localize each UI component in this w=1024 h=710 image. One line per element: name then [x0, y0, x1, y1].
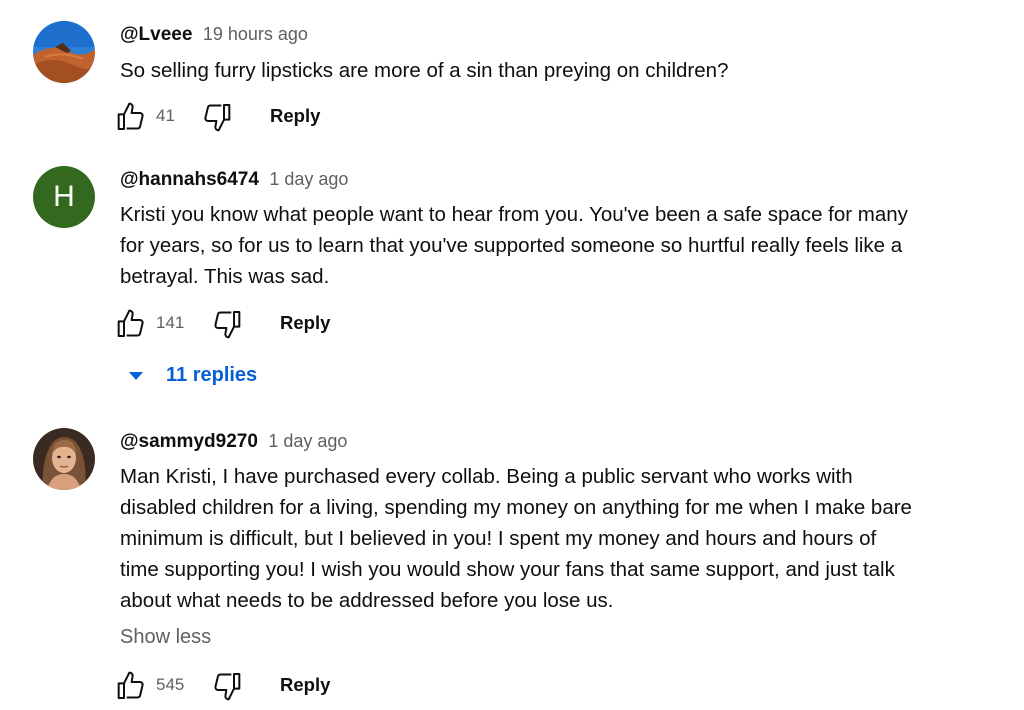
comment-author[interactable]: @hannahs6474: [120, 169, 259, 190]
avatar-letter: H: [53, 180, 75, 213]
comment-author[interactable]: @Lveee: [120, 24, 192, 45]
comment-author[interactable]: @sammyd9270: [120, 431, 258, 452]
comment-text: So selling furry lipsticks are more of a…: [120, 55, 1000, 86]
avatar[interactable]: [33, 21, 95, 83]
reply-button[interactable]: Reply: [270, 105, 320, 127]
comment-text: Kristi you know what people want to hear…: [120, 199, 1000, 292]
avatar[interactable]: H: [33, 166, 95, 228]
comment-text-line: Man Kristi, I have purchased every colla…: [120, 465, 853, 488]
like-count: 141: [156, 313, 185, 332]
comment-text-line: for years, so for us to learn that you'v…: [120, 234, 903, 257]
thumbs-up-icon[interactable]: [116, 670, 148, 702]
avatar[interactable]: [33, 428, 95, 490]
comment-text-line: disabled children for a living, spending…: [120, 496, 912, 519]
thumbs-up-icon[interactable]: [116, 101, 148, 133]
avatar-desert-photo: [33, 21, 95, 83]
replies-count-label: 11 replies: [166, 364, 258, 386]
like-count: 545: [156, 675, 185, 694]
comment-text-line: Kristi you know what people want to hear…: [120, 203, 908, 226]
comment-text-line: betrayal. This was sad.: [120, 265, 330, 288]
thumbs-down-icon[interactable]: [210, 670, 242, 702]
comment-timestamp[interactable]: 19 hours ago: [203, 24, 308, 44]
comment-text: Man Kristi, I have purchased every colla…: [120, 461, 1000, 616]
comment-text-line: So selling furry lipsticks are more of a…: [120, 59, 729, 82]
comment-text-line: about what needs to be addressed before …: [120, 589, 614, 612]
thumbs-down-icon[interactable]: [210, 308, 242, 340]
show-less-button[interactable]: Show less: [120, 626, 211, 649]
like-count: 41: [156, 106, 175, 125]
reply-button[interactable]: Reply: [280, 312, 330, 334]
avatar-portrait-photo: [33, 428, 95, 490]
caret-down-icon: [129, 372, 143, 380]
comment-text-line: time supporting you! I wish you would sh…: [120, 558, 895, 581]
comment-timestamp[interactable]: 1 day ago: [268, 431, 347, 451]
thumbs-down-icon[interactable]: [200, 101, 232, 133]
reply-button[interactable]: Reply: [280, 674, 330, 696]
comment-text-line: minimum is difficult, but I believed in …: [120, 527, 877, 550]
thumbs-up-icon[interactable]: [116, 308, 148, 340]
comment-timestamp[interactable]: 1 day ago: [269, 169, 348, 189]
